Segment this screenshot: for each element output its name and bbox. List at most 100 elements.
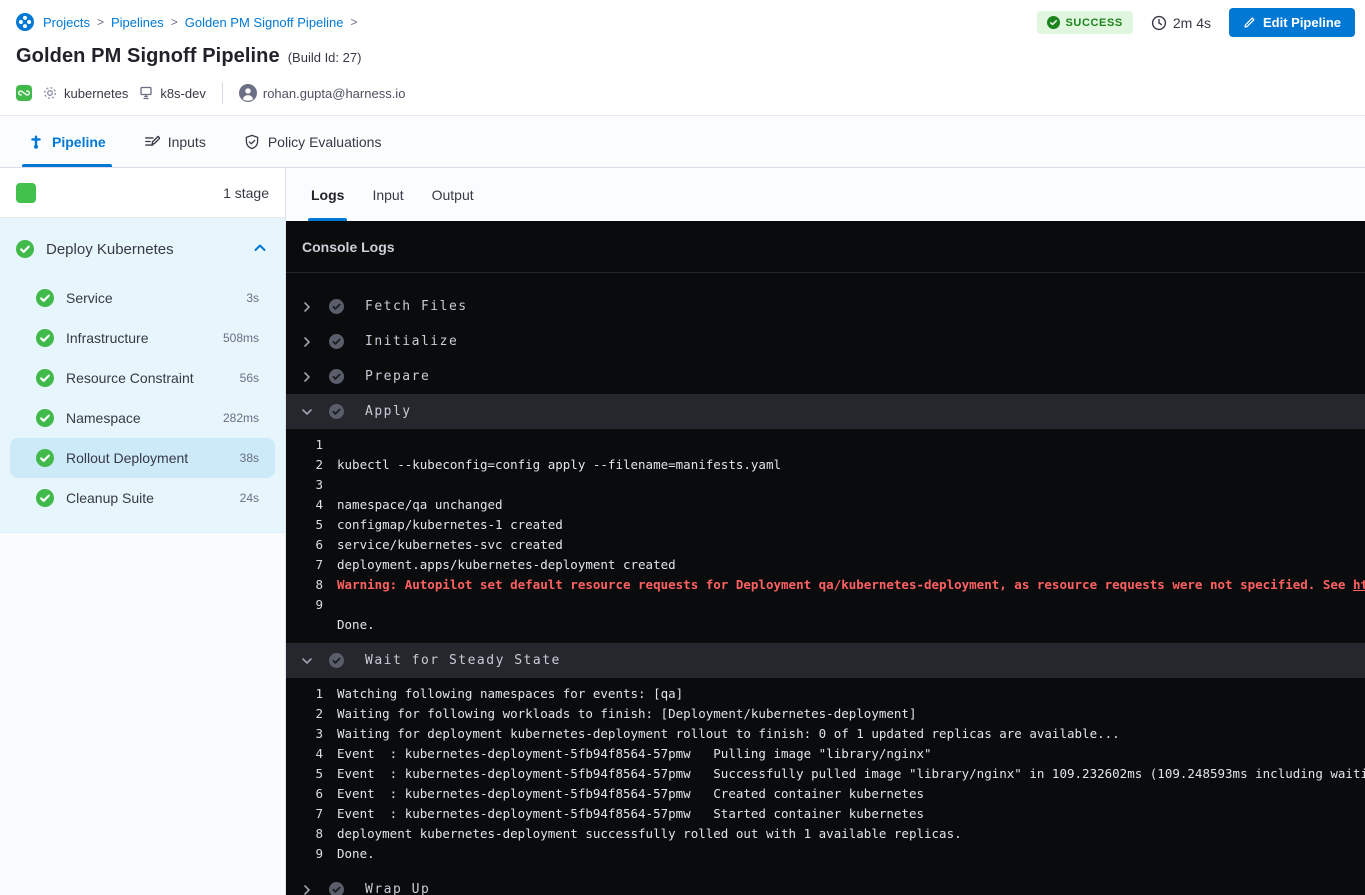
- line-number: 2: [286, 704, 323, 724]
- log-line: 6Event : kubernetes-deployment-5fb94f856…: [286, 784, 1365, 804]
- chevron-right-icon[interactable]: [301, 336, 313, 348]
- chevron-right-icon[interactable]: [301, 371, 313, 383]
- line-text: [323, 435, 337, 455]
- line-number: 3: [286, 475, 323, 495]
- console-header: Console Logs: [286, 221, 1365, 273]
- line-text: [323, 475, 337, 495]
- stage-count-label: 1 stage: [223, 185, 269, 201]
- duration: 2m 4s: [1151, 15, 1211, 31]
- edit-pipeline-label: Edit Pipeline: [1263, 15, 1341, 30]
- log-line: 2kubectl --kubeconfig=config apply --fil…: [286, 455, 1365, 475]
- tab-pipeline[interactable]: Pipeline: [28, 116, 106, 167]
- step-row-service[interactable]: Service3s: [10, 278, 275, 318]
- status-badge: SUCCESS: [1037, 11, 1132, 34]
- stage-group: Deploy Kubernetes Service3sInfrastructur…: [0, 218, 285, 533]
- breadcrumb-item-projects[interactable]: Projects: [43, 15, 90, 30]
- service-tag-label: kubernetes: [64, 86, 128, 101]
- user-email-label: rohan.gupta@harness.io: [263, 86, 406, 101]
- line-text: deployment kubernetes-deployment success…: [323, 824, 962, 844]
- chevron-down-icon[interactable]: [301, 406, 313, 418]
- duration-label: 2m 4s: [1173, 15, 1211, 31]
- step-duration-label: 282ms: [223, 411, 259, 425]
- step-name-label: Service: [66, 290, 234, 306]
- line-text: namespace/qa unchanged: [323, 495, 503, 515]
- log-section-fetch-files[interactable]: Fetch Files: [286, 289, 1365, 324]
- log-line: 1: [286, 435, 1365, 455]
- log-lines: 12kubectl --kubeconfig=config apply --fi…: [286, 429, 1365, 643]
- line-text: Done.: [323, 844, 375, 864]
- step-row-resource-constraint[interactable]: Resource Constraint56s: [10, 358, 275, 398]
- line-text: Warning: Autopilot set default resource …: [323, 575, 1365, 595]
- log-tabbar: Logs Input Output: [286, 168, 1365, 221]
- log-section-prepare[interactable]: Prepare: [286, 359, 1365, 394]
- steps-list: Service3sInfrastructure508msResource Con…: [0, 278, 285, 518]
- tab-policy-evaluations[interactable]: Policy Evaluations: [244, 116, 382, 167]
- breadcrumb-item-pipeline-name[interactable]: Golden PM Signoff Pipeline: [185, 15, 344, 30]
- edit-pipeline-button[interactable]: Edit Pipeline: [1229, 8, 1355, 37]
- stage-row-deploy-kubernetes[interactable]: Deploy Kubernetes: [0, 218, 285, 278]
- step-name-label: Infrastructure: [66, 330, 211, 346]
- step-row-cleanup-suite[interactable]: Cleanup Suite24s: [10, 478, 275, 518]
- step-success-icon: [36, 289, 54, 307]
- step-name-label: Rollout Deployment: [66, 450, 228, 466]
- log-section-title: Prepare: [365, 369, 430, 384]
- log-tab-output[interactable]: Output: [432, 168, 474, 221]
- tab-label: Pipeline: [52, 134, 106, 150]
- step-success-icon: [36, 369, 54, 387]
- log-line: 2Waiting for following workloads to fini…: [286, 704, 1365, 724]
- line-text: Event : kubernetes-deployment-5fb94f8564…: [323, 744, 932, 764]
- step-success-icon: [329, 369, 344, 384]
- log-lines: 1Watching following namespaces for event…: [286, 678, 1365, 872]
- chevron-up-icon[interactable]: [253, 241, 269, 257]
- log-panel: Logs Input Output Console Logs Fetch Files…: [286, 168, 1365, 895]
- console-body: Fetch FilesInitializePrepareApply12kubec…: [286, 273, 1365, 895]
- page-header: Projects > Pipelines > Golden PM Signoff…: [0, 0, 1365, 115]
- tab-label: Policy Evaluations: [268, 134, 382, 150]
- log-section-wait-for-steady-state[interactable]: Wait for Steady State: [286, 643, 1365, 678]
- log-tab-input[interactable]: Input: [372, 168, 403, 221]
- infrastructure-icon: [138, 85, 154, 101]
- step-success-icon: [329, 334, 344, 349]
- warning-link[interactable]: http://g: [1353, 577, 1365, 592]
- step-row-infrastructure[interactable]: Infrastructure508ms: [10, 318, 275, 358]
- log-line: Done.: [286, 615, 1365, 635]
- line-number: 9: [286, 595, 323, 615]
- stage-status-square[interactable]: [16, 183, 36, 203]
- step-name-label: Namespace: [66, 410, 211, 426]
- page-title: Golden PM Signoff Pipeline: [16, 45, 280, 68]
- line-text: service/kubernetes-svc created: [323, 535, 563, 555]
- chevron-right-icon[interactable]: [301, 884, 313, 895]
- line-text: kubectl --kubeconfig=config apply --file…: [323, 455, 781, 475]
- log-section-initialize[interactable]: Initialize: [286, 324, 1365, 359]
- line-text: Waiting for deployment kubernetes-deploy…: [323, 724, 1120, 744]
- line-text: configmap/kubernetes-1 created: [323, 515, 563, 535]
- log-section-apply[interactable]: Apply: [286, 394, 1365, 429]
- step-name-label: Cleanup Suite: [66, 490, 228, 506]
- log-line: 9: [286, 595, 1365, 615]
- step-success-icon: [36, 409, 54, 427]
- line-number: 5: [286, 764, 323, 784]
- line-number: 6: [286, 535, 323, 555]
- breadcrumb-separator: >: [351, 15, 358, 29]
- tab-inputs[interactable]: Inputs: [144, 116, 206, 167]
- clock-icon: [1151, 15, 1167, 31]
- breadcrumb-item-pipelines[interactable]: Pipelines: [111, 15, 164, 30]
- step-row-rollout-deployment[interactable]: Rollout Deployment38s: [10, 438, 275, 478]
- step-row-namespace[interactable]: Namespace 282ms: [10, 398, 275, 438]
- log-section-wrap-up[interactable]: Wrap Up: [286, 872, 1365, 895]
- line-number: [286, 615, 323, 635]
- step-success-icon: [36, 489, 54, 507]
- chevron-down-icon[interactable]: [301, 655, 313, 667]
- step-success-icon: [329, 404, 344, 419]
- chevron-right-icon[interactable]: [301, 301, 313, 313]
- line-number: 6: [286, 784, 323, 804]
- line-number: 1: [286, 435, 323, 455]
- gear-icon: [42, 85, 58, 101]
- line-number: 8: [286, 824, 323, 844]
- log-tab-logs[interactable]: Logs: [311, 168, 344, 221]
- projects-logo-icon[interactable]: [16, 13, 34, 31]
- stage-name-label: Deploy Kubernetes: [46, 241, 241, 258]
- user-tag: rohan.gupta@harness.io: [239, 84, 406, 102]
- meta-divider: [222, 82, 223, 104]
- success-check-icon: [1047, 16, 1060, 29]
